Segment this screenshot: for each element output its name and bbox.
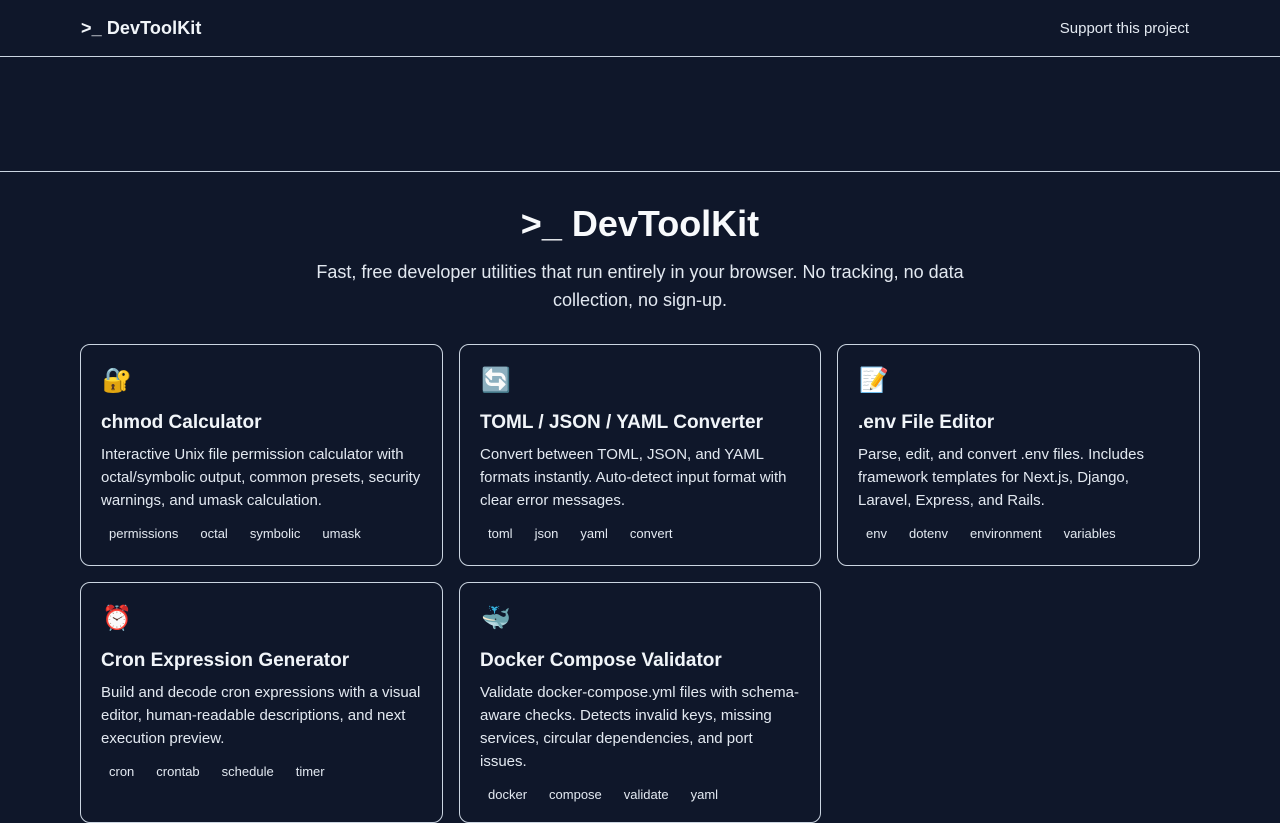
refresh-arrows-icon: 🔄 <box>481 367 511 394</box>
tag: timer <box>295 764 325 779</box>
tag: octal <box>200 526 228 541</box>
support-project-link[interactable]: Support this project <box>1060 20 1189 37</box>
tool-card-description: Parse, edit, and convert .env files. Inc… <box>858 446 1144 509</box>
banner-area <box>0 57 1280 172</box>
tag: json <box>534 526 559 541</box>
tool-card-docker-compose-validator[interactable]: 🐳 Docker Compose Validator Validate dock… <box>459 582 821 823</box>
tool-card-tags: env dotenv environment variables <box>858 523 1179 545</box>
tag: docker <box>488 787 528 802</box>
memo-icon: 📝 <box>859 367 889 394</box>
alarm-clock-icon: ⏰ <box>102 605 132 632</box>
tag: variables <box>1063 526 1116 541</box>
tool-card-tags: docker compose validate yaml <box>480 784 800 806</box>
page-subtitle: Fast, free developer utilities that run … <box>316 262 964 310</box>
page-title: >_ DevToolKit <box>520 203 760 244</box>
tool-card-title: Cron Expression Generator <box>101 650 350 671</box>
tag: env <box>866 526 887 541</box>
tag: environment <box>970 526 1042 541</box>
tag: yaml <box>690 787 719 802</box>
tag: toml <box>488 526 513 541</box>
tag: compose <box>549 787 602 802</box>
hero-section: >_ DevToolKit Fast, free developer utili… <box>0 172 1280 314</box>
tag: cron <box>109 764 135 779</box>
brand-logo-link[interactable]: >_ DevToolKit <box>81 18 202 39</box>
tool-card-title: .env File Editor <box>858 412 995 433</box>
tag: symbolic <box>249 526 301 541</box>
tool-card-title: Docker Compose Validator <box>480 650 722 671</box>
tool-card-description: Convert between TOML, JSON, and YAML for… <box>480 446 787 509</box>
tag: validate <box>623 787 669 802</box>
whale-icon: 🐳 <box>481 605 511 632</box>
tag: permissions <box>109 526 179 541</box>
tag: umask <box>322 526 361 541</box>
tool-card-title: chmod Calculator <box>101 412 262 433</box>
tag: yaml <box>580 526 608 541</box>
tool-card-description: Validate docker-compose.yml files with s… <box>480 684 800 770</box>
tool-card-cron-expression-generator[interactable]: ⏰ Cron Expression Generator Build and de… <box>80 582 443 823</box>
tool-card-tags: cron crontab schedule timer <box>101 761 422 783</box>
top-navigation-bar: >_ DevToolKit Support this project <box>0 0 1280 57</box>
lock-with-key-icon: 🔐 <box>102 367 132 394</box>
tool-card-description: Interactive Unix file permission calcula… <box>101 446 421 509</box>
tag: dotenv <box>908 526 949 541</box>
tool-card-grid: 🔐 chmod Calculator Interactive Unix file… <box>80 344 1200 823</box>
tool-card-description: Build and decode cron expressions with a… <box>101 684 421 747</box>
tool-card-tags: permissions octal symbolic umask <box>101 523 422 545</box>
tag: crontab <box>156 764 200 779</box>
tool-card-env-file-editor[interactable]: 📝 .env File Editor Parse, edit, and conv… <box>837 344 1200 566</box>
tool-card-title: TOML / JSON / YAML Converter <box>480 412 763 433</box>
tool-card-chmod-calculator[interactable]: 🔐 chmod Calculator Interactive Unix file… <box>80 344 443 566</box>
tool-card-toml-json-yaml-converter[interactable]: 🔄 TOML / JSON / YAML Converter Convert b… <box>459 344 821 566</box>
tag: schedule <box>221 764 274 779</box>
tag: convert <box>629 526 673 541</box>
tool-card-tags: toml json yaml convert <box>480 523 800 545</box>
